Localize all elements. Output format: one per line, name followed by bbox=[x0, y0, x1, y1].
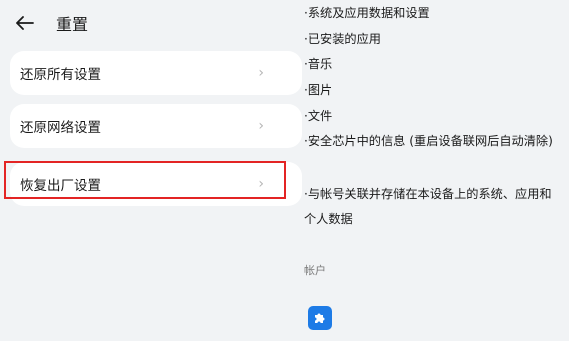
puzzle-icon[interactable] bbox=[308, 306, 332, 330]
list-item: ·与帐号关联并存储在本设备上的系统、应用和个人数据 bbox=[304, 187, 552, 226]
list-item: ·安全芯片中的信息 (重启设备联网后自动清除) bbox=[304, 134, 553, 148]
factory-reset-label: 恢复出厂设置 bbox=[20, 178, 101, 194]
accounts-heading: 帐户 bbox=[304, 264, 326, 277]
list-item: ·文件 bbox=[304, 109, 333, 123]
factory-reset-item[interactable]: 恢复出厂设置 › bbox=[10, 162, 302, 206]
reset-network-settings-label: 还原网络设置 bbox=[20, 120, 101, 136]
header: 重置 bbox=[14, 8, 88, 38]
chevron-right-icon: › bbox=[258, 176, 264, 192]
page-title: 重置 bbox=[56, 15, 89, 34]
list-item: ·已安装的应用 bbox=[304, 32, 381, 46]
list-item: ·系统及应用数据和设置 bbox=[304, 6, 430, 20]
list-item: ·图片 bbox=[304, 83, 333, 97]
reset-all-settings-label: 还原所有设置 bbox=[20, 67, 101, 83]
reset-all-settings-item[interactable]: 还原所有设置 › bbox=[10, 51, 302, 95]
list-item: ·音乐 bbox=[304, 57, 333, 71]
reset-network-settings-item[interactable]: 还原网络设置 › bbox=[10, 104, 302, 148]
chevron-right-icon: › bbox=[258, 65, 264, 81]
back-arrow-icon[interactable] bbox=[14, 12, 36, 34]
chevron-right-icon: › bbox=[258, 118, 264, 134]
